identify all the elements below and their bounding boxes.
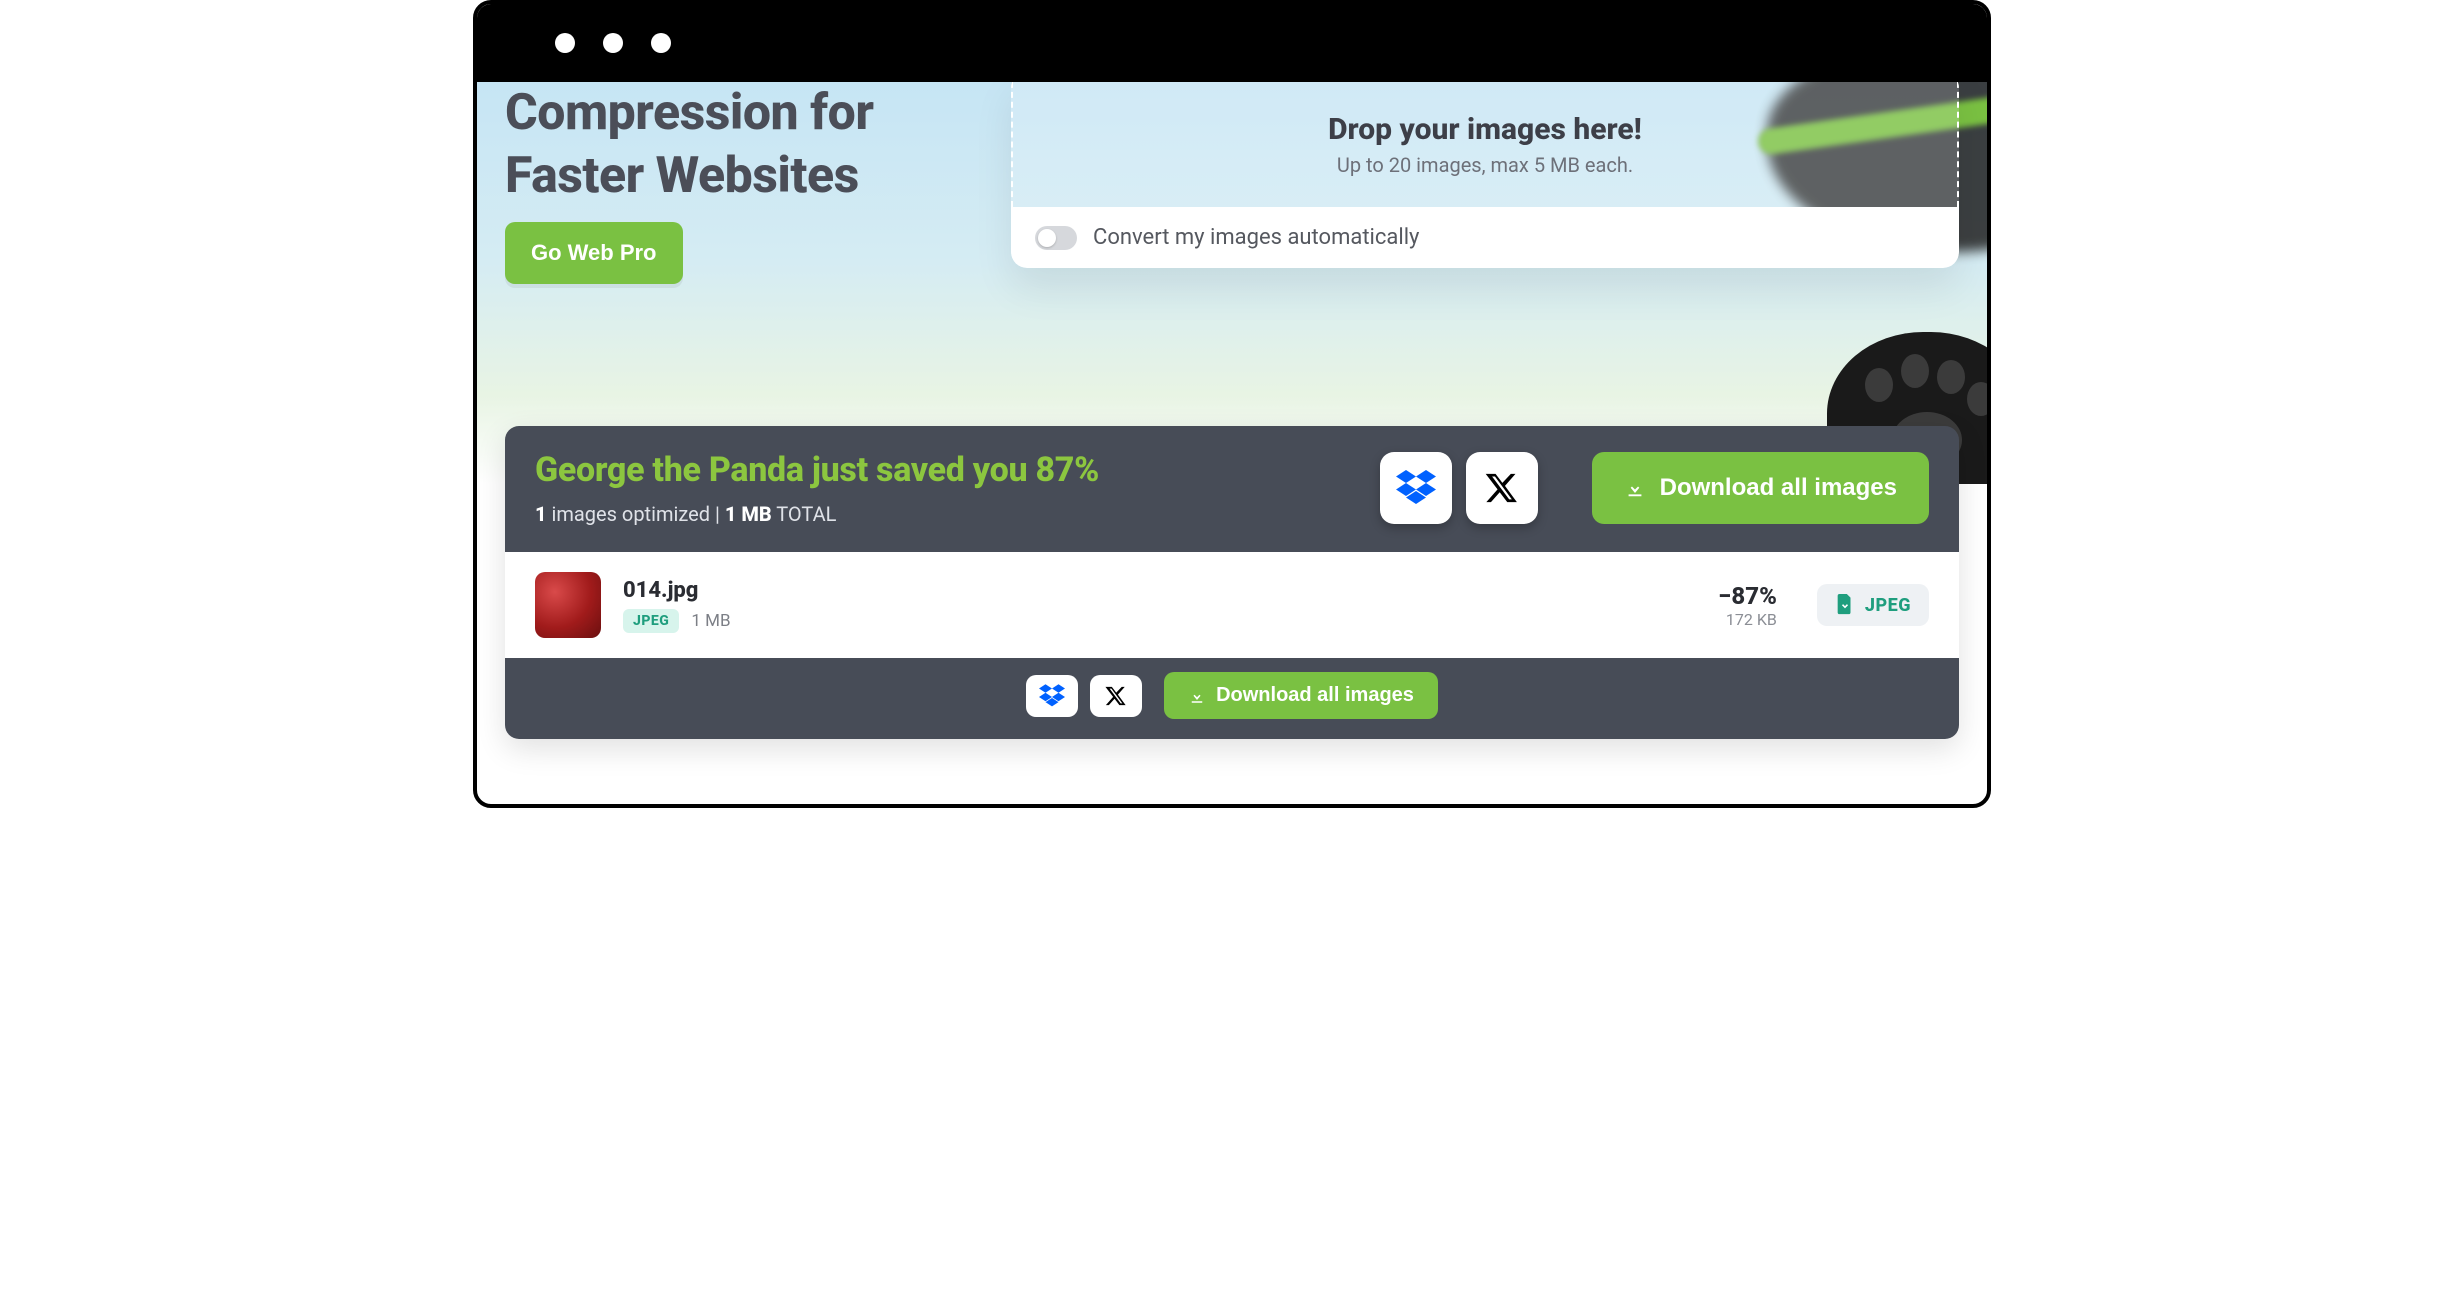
download-all-button[interactable]: Download all images [1592, 452, 1929, 524]
download-icon [1188, 687, 1206, 705]
window-control-dot[interactable] [603, 33, 623, 53]
stats-separator: | [710, 502, 725, 526]
share-x-button[interactable] [1466, 452, 1538, 524]
output-size: 172 KB [1718, 610, 1777, 629]
dropbox-icon [1039, 684, 1065, 708]
x-icon [1485, 471, 1519, 505]
window-control-dot[interactable] [555, 33, 575, 53]
results-panel: George the Panda just saved you 87% 1 im… [505, 426, 1959, 739]
hero-section: Compression for Faster Websites Go Web P… [477, 82, 1987, 484]
reduction-percent: −87% [1718, 582, 1777, 610]
download-all-button-footer[interactable]: Download all images [1164, 672, 1438, 719]
results-footer: Download all images [505, 658, 1959, 739]
file-info: 014.jpg JPEG 1 MB [623, 578, 1696, 633]
x-icon [1105, 685, 1127, 707]
input-format-badge: JPEG [623, 609, 679, 633]
headline-line: Faster Websites [505, 145, 873, 208]
total-suffix: TOTAL [772, 502, 837, 526]
file-row: 014.jpg JPEG 1 MB −87% 172 KB JPEG [505, 552, 1959, 658]
optimized-suffix: images optimized [547, 502, 710, 526]
dropzone[interactable]: Drop your images here! Up to 20 images, … [1011, 82, 1959, 207]
download-all-label: Download all images [1660, 474, 1897, 502]
app-window: Compression for Faster Websites Go Web P… [473, 0, 1991, 808]
auto-convert-label: Convert my images automatically [1093, 225, 1419, 250]
file-thumbnail [535, 572, 601, 638]
upload-card: Drop your images here! Up to 20 images, … [1011, 82, 1959, 268]
stats-line: 1 images optimized | 1 MB TOTAL [535, 502, 1380, 526]
share-x-button-footer[interactable] [1090, 675, 1142, 717]
go-web-pro-button[interactable]: Go Web Pro [505, 222, 683, 284]
dropbox-icon [1396, 470, 1436, 506]
optimized-count: 1 [535, 502, 547, 526]
download-file-icon [1835, 594, 1855, 616]
download-all-label-footer: Download all images [1216, 684, 1414, 707]
save-to-dropbox-button[interactable] [1380, 452, 1452, 524]
header-actions: Download all images [1380, 452, 1929, 524]
headline-line: Compression for [505, 82, 873, 145]
window-titlebar [477, 4, 1987, 82]
dropzone-title: Drop your images here! [1033, 112, 1937, 147]
total-size: 1 MB [725, 502, 772, 526]
savings-headline: George the Panda just saved you 87% [535, 450, 1380, 490]
input-size: 1 MB [691, 611, 730, 631]
file-name: 014.jpg [623, 578, 1696, 603]
save-to-dropbox-button-footer[interactable] [1026, 675, 1078, 717]
dropzone-subtitle: Up to 20 images, max 5 MB each. [1033, 153, 1937, 177]
reduction-info: −87% 172 KB [1718, 582, 1777, 629]
auto-convert-toggle[interactable] [1035, 226, 1077, 250]
page-headline: Compression for Faster Websites [505, 82, 873, 207]
download-icon [1624, 477, 1646, 499]
convert-bar: Convert my images automatically [1011, 207, 1959, 268]
results-header: George the Panda just saved you 87% 1 im… [505, 426, 1959, 552]
window-control-dot[interactable] [651, 33, 671, 53]
output-format-label: JPEG [1865, 595, 1911, 616]
download-file-button[interactable]: JPEG [1817, 584, 1929, 626]
